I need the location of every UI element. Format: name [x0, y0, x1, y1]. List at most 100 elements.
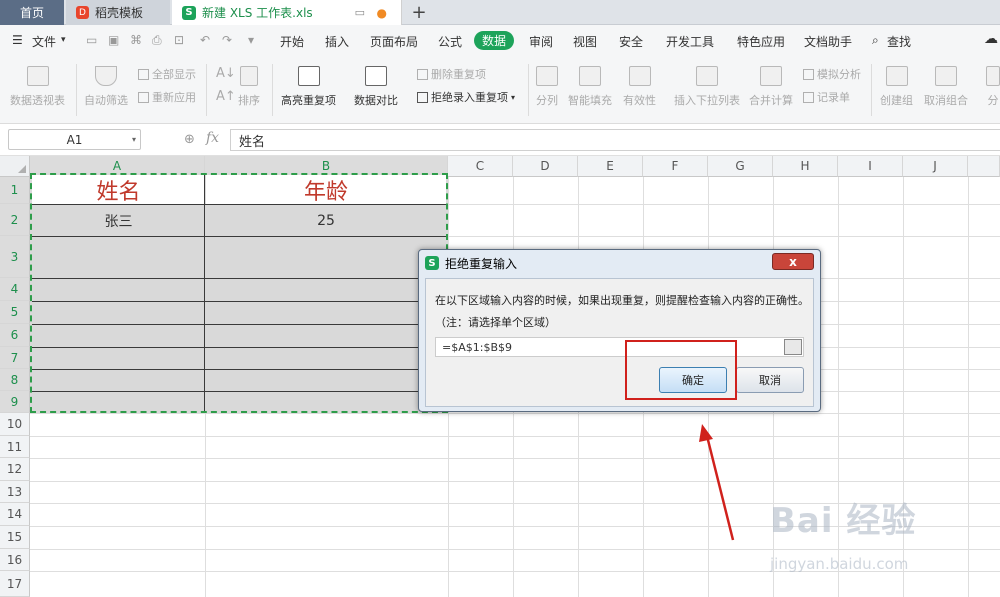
row-header-17[interactable]: 17 — [0, 571, 30, 597]
cell-a2-text: 张三 — [104, 213, 133, 230]
undo-icon[interactable]: ↶ — [200, 33, 210, 47]
row-header-8[interactable]: 8 — [0, 369, 30, 391]
sort-asc-icon[interactable]: A↓ — [216, 66, 236, 81]
search-icon[interactable]: ⌕ — [872, 33, 879, 48]
monitor-icon[interactable]: ▭ — [355, 6, 365, 19]
format-painter-icon[interactable]: ⌘ — [130, 33, 142, 47]
zoom-icon[interactable]: ⊕ — [184, 132, 195, 147]
row-header-6[interactable]: 6 — [0, 324, 30, 347]
cancel-button[interactable]: 取消 — [736, 367, 804, 393]
open-icon[interactable]: ▭ — [86, 33, 97, 47]
row-header-12[interactable]: 12 — [0, 458, 30, 481]
tab-home[interactable]: 首页 — [0, 0, 64, 25]
column-header-h[interactable]: H — [773, 156, 838, 177]
cell-a1[interactable]: 姓名 — [32, 175, 205, 205]
sort-button[interactable]: 排序 — [238, 66, 260, 108]
hamburger-icon[interactable]: ☰ — [12, 33, 23, 47]
menu-insert[interactable]: 插入 — [325, 33, 349, 50]
autofilter-button[interactable]: 自动筛选 — [84, 66, 128, 108]
annotation-arrow-icon — [699, 424, 735, 541]
menu-search[interactable]: 查找 — [887, 33, 911, 50]
tab-file[interactable]: S 新建 XLS 工作表.xls ▭ ● — [172, 0, 402, 25]
dialog-body: 在以下区域输入内容的时候，如果出现重复，则提醒检查输入内容的正确性。 （注：请选… — [425, 278, 814, 407]
row-header-15[interactable]: 15 — [0, 526, 30, 549]
cell-a2[interactable]: 张三 — [32, 205, 205, 236]
subtotal-button[interactable]: 分 — [986, 66, 1000, 108]
menu-start[interactable]: 开始 — [280, 33, 304, 50]
consolidate-icon — [760, 66, 782, 86]
ungroup-button[interactable]: 取消组合 — [924, 66, 968, 108]
row-header-10[interactable]: 10 — [0, 413, 30, 436]
show-all-label: 全部显示 — [152, 68, 196, 81]
dialog-close-button[interactable]: x — [772, 253, 814, 270]
insert-dropdown-button[interactable]: 插入下拉列表 — [674, 66, 740, 108]
new-tab-button[interactable]: + — [406, 0, 432, 25]
compare-button[interactable]: 数据对比 — [354, 66, 398, 108]
tab-template[interactable]: D 稻壳模板 — [66, 0, 170, 25]
menu-review[interactable]: 审阅 — [529, 33, 553, 50]
menu-view[interactable]: 视图 — [573, 33, 597, 50]
column-header-k[interactable] — [968, 156, 1000, 177]
select-all-corner[interactable] — [0, 156, 30, 177]
chevron-down-icon[interactable]: ▾ — [61, 35, 66, 45]
cell-b1[interactable]: 年龄 — [206, 175, 446, 205]
row-header-2[interactable]: 2 — [0, 204, 30, 236]
row-header-14[interactable]: 14 — [0, 503, 30, 526]
row-header-7[interactable]: 7 — [0, 347, 30, 369]
row-header-16[interactable]: 16 — [0, 549, 30, 571]
formula-input[interactable]: 姓名 — [230, 129, 1000, 151]
menu-special[interactable]: 特色应用 — [737, 33, 785, 50]
save-icon[interactable]: ▣ — [108, 33, 119, 47]
range-picker-icon[interactable] — [784, 339, 802, 355]
print-preview-icon[interactable]: ⊡ — [174, 33, 184, 47]
menu-security[interactable]: 安全 — [619, 33, 643, 50]
chevron-down-icon[interactable]: ▾ — [132, 135, 136, 144]
sort-desc-icon[interactable]: A↑ — [216, 89, 236, 104]
column-header-d[interactable]: D — [513, 156, 578, 177]
row-header-9[interactable]: 9 — [0, 391, 30, 413]
row-header-13[interactable]: 13 — [0, 481, 30, 503]
cell-b2[interactable]: 25 — [206, 205, 446, 236]
fx-icon[interactable]: fx — [206, 130, 219, 146]
smart-fill-button[interactable]: 智能填充 — [568, 66, 612, 108]
redo-icon[interactable]: ↷ — [222, 33, 232, 47]
menu-doc-assistant[interactable]: 文档助手 — [804, 33, 852, 50]
column-header-c[interactable]: C — [448, 156, 513, 177]
create-group-button[interactable]: 创建组 — [880, 66, 913, 108]
split-column-button[interactable]: 分列 — [536, 66, 558, 108]
column-header-i[interactable]: I — [838, 156, 903, 177]
column-header-g[interactable]: G — [708, 156, 773, 177]
column-header-j[interactable]: J — [903, 156, 968, 177]
pivot-table-button[interactable]: 数据透视表 — [10, 66, 65, 108]
column-header-f[interactable]: F — [643, 156, 708, 177]
dialog-titlebar[interactable]: S 拒绝重复输入 — [419, 250, 820, 276]
consolidate-button[interactable]: 合并计算 — [749, 66, 793, 108]
row-header-1[interactable]: 1 — [0, 177, 30, 204]
more-chevron-icon[interactable]: ▾ — [248, 33, 254, 47]
record-button[interactable]: 记录单 — [803, 89, 850, 105]
reject-duplicates-button[interactable]: 拒绝录入重复项 ▾ — [417, 89, 515, 105]
highlight-duplicates-button[interactable]: 高亮重复项 — [281, 66, 336, 108]
smart-fill-icon — [579, 66, 601, 86]
insert-dropdown-label: 插入下拉列表 — [674, 94, 740, 107]
column-header-e[interactable]: E — [578, 156, 643, 177]
print-icon[interactable]: ⎙ — [152, 33, 162, 48]
range-input[interactable]: =$A$1:$B$9 — [435, 337, 804, 357]
menu-developer[interactable]: 开发工具 — [666, 33, 714, 50]
row-header-4[interactable]: 4 — [0, 278, 30, 301]
name-box[interactable]: A1 ▾ — [8, 129, 141, 150]
simulate-button[interactable]: 模拟分析 — [803, 66, 861, 82]
row-header-11[interactable]: 11 — [0, 436, 30, 458]
row-header-3[interactable]: 3 — [0, 236, 30, 278]
menu-page-layout[interactable]: 页面布局 — [370, 33, 418, 50]
show-all-button[interactable]: 全部显示 — [138, 66, 196, 82]
validity-button[interactable]: 有效性 — [623, 66, 656, 108]
menu-file[interactable]: 文件 — [32, 33, 56, 50]
cloud-icon[interactable]: ☁ — [984, 31, 998, 47]
menu-data[interactable]: 数据 — [474, 31, 515, 50]
row-header-5[interactable]: 5 — [0, 301, 30, 324]
tab-home-label: 首页 — [19, 6, 44, 20]
menu-formula[interactable]: 公式 — [438, 33, 462, 50]
remove-duplicates-button[interactable]: 删除重复项 — [417, 66, 486, 82]
reapply-button[interactable]: 重新应用 — [138, 89, 196, 105]
